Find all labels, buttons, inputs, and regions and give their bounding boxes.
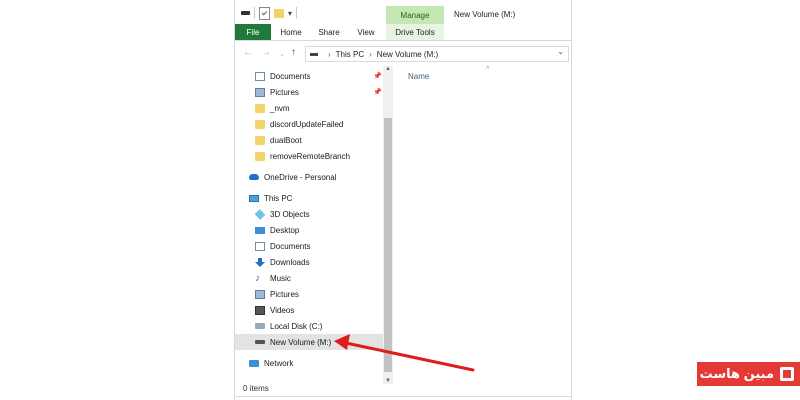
arrow-shaft bbox=[344, 341, 475, 372]
annotation-arrow bbox=[334, 334, 475, 372]
logo-text: مبین هاست bbox=[699, 366, 774, 381]
arrow-head bbox=[334, 334, 350, 350]
logo-mark-icon bbox=[780, 367, 794, 381]
watermark-logo: مبین هاست bbox=[697, 362, 800, 386]
